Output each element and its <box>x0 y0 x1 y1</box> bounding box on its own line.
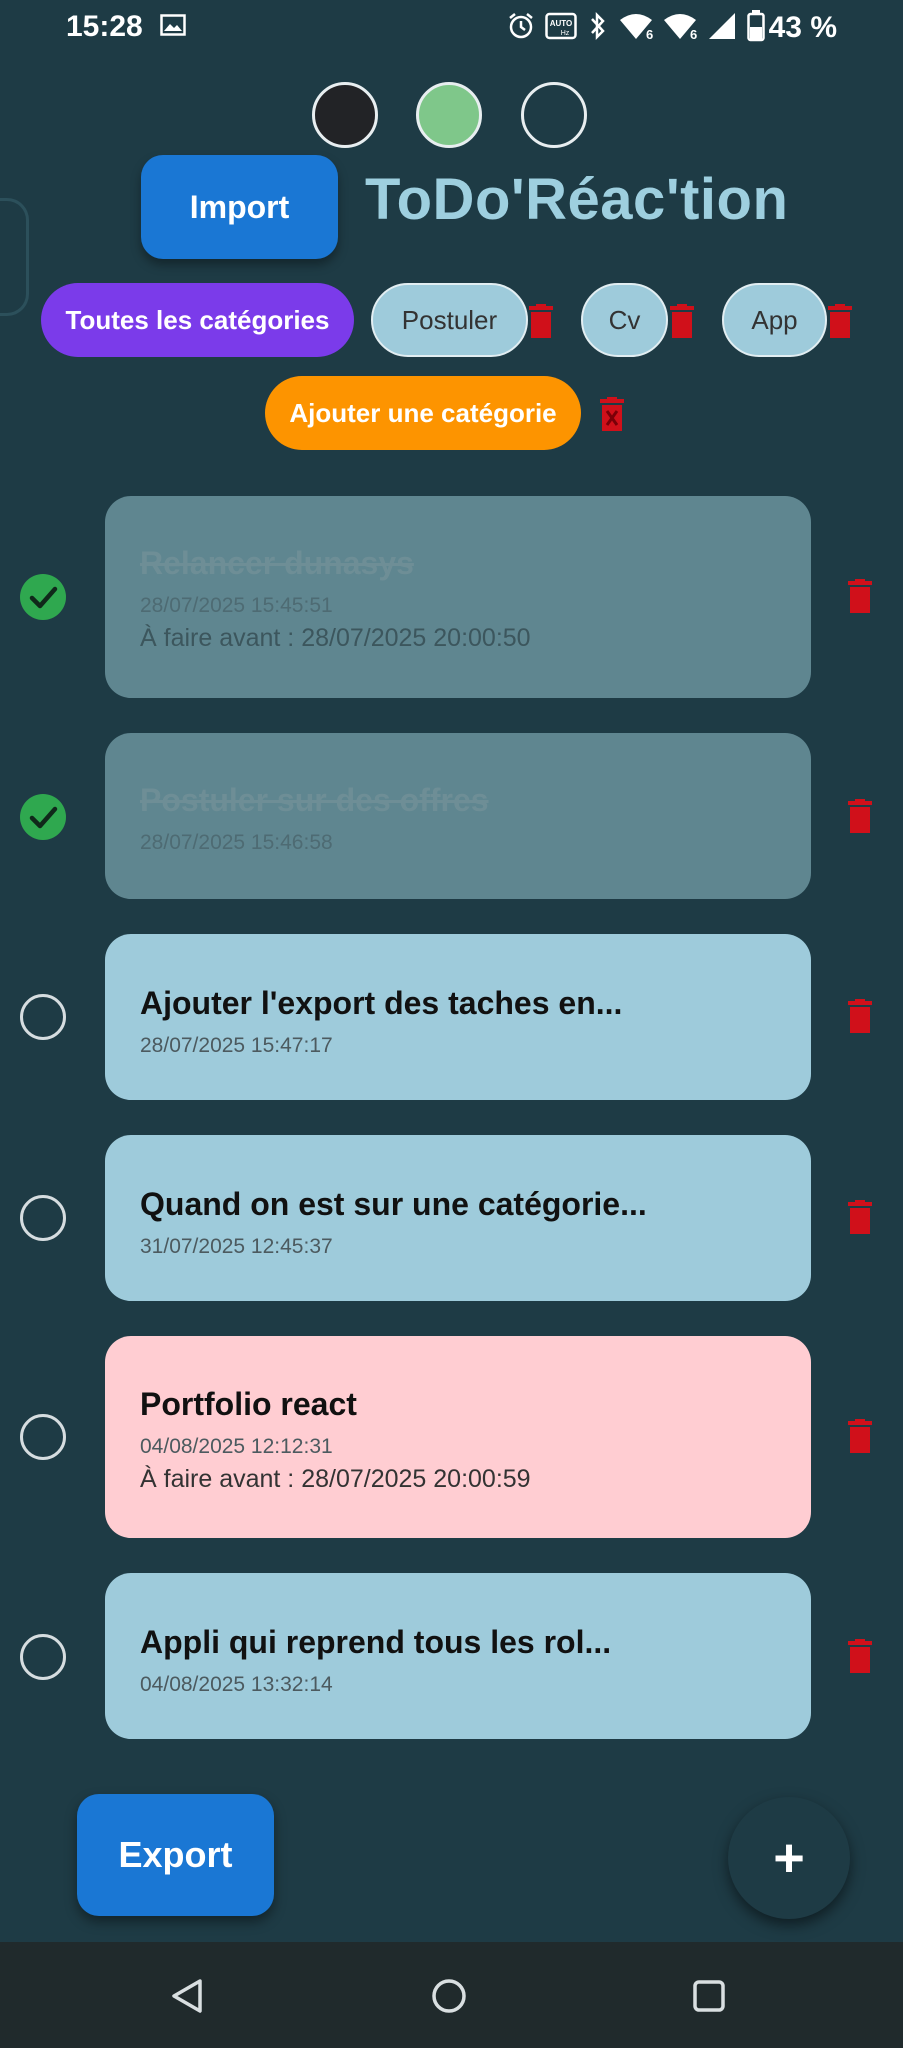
task-created-date: 28/07/2025 15:45:51 <box>140 594 333 617</box>
status-bar: 15:28 AUTO Hz 6 6 43 % <box>0 0 903 56</box>
export-button[interactable]: Export <box>77 1794 274 1916</box>
alarm-icon <box>507 12 535 45</box>
plus-icon: + <box>773 1828 805 1888</box>
delete-category-app-icon[interactable] <box>826 304 854 343</box>
task-created-date: 04/08/2025 12:12:31 <box>140 1435 333 1458</box>
category-app-button[interactable]: App <box>722 283 827 357</box>
drawer-handle[interactable] <box>0 198 29 316</box>
theme-dark-button[interactable] <box>312 82 378 148</box>
battery-level: 43 % <box>768 11 837 44</box>
task-title: Relancer dunasys <box>140 545 414 581</box>
task-title: Ajouter l'export des taches en... <box>140 985 623 1021</box>
task-card[interactable]: Ajouter l'export des taches en... 28/07/… <box>105 934 811 1100</box>
task-checkbox[interactable] <box>20 1634 66 1680</box>
delete-all-categories-icon[interactable] <box>598 397 626 436</box>
task-title: Quand on est sur une catégorie... <box>140 1186 647 1222</box>
delete-task-icon[interactable] <box>846 579 874 618</box>
app-title: ToDo'Réac'tion <box>365 167 789 232</box>
delete-task-icon[interactable] <box>846 1639 874 1678</box>
back-icon[interactable] <box>170 1978 204 2019</box>
task-title: Postuler sur des offres <box>140 782 489 818</box>
wifi-6-icon: 6 <box>663 11 697 46</box>
svg-text:6: 6 <box>690 27 697 41</box>
system-nav-bar <box>0 1942 903 2048</box>
delete-category-postuler-icon[interactable] <box>527 304 555 343</box>
status-icons: AUTO Hz 6 6 43 % <box>507 8 903 48</box>
auto-hd-icon: AUTO Hz <box>544 12 577 45</box>
task-created-date: 04/08/2025 13:32:14 <box>140 1673 333 1696</box>
task-due-date: À faire avant : 28/07/2025 20:00:50 <box>140 624 531 652</box>
add-category-button[interactable]: Ajouter une catégorie <box>265 376 581 450</box>
delete-task-icon[interactable] <box>846 1200 874 1239</box>
delete-task-icon[interactable] <box>846 799 874 838</box>
task-title: Portfolio react <box>140 1386 357 1422</box>
add-task-button[interactable]: + <box>728 1797 850 1919</box>
task-title: Appli qui reprend tous les rol... <box>140 1624 612 1660</box>
wifi-6-icon: 6 <box>619 11 653 46</box>
home-icon[interactable] <box>431 1978 467 2019</box>
import-button[interactable]: Import <box>141 155 338 259</box>
task-checkbox[interactable] <box>20 994 66 1040</box>
image-icon <box>160 14 186 41</box>
task-card[interactable]: Relancer dunasys 28/07/2025 15:45:51 À f… <box>105 496 811 698</box>
task-card[interactable]: Appli qui reprend tous les rol... 04/08/… <box>105 1573 811 1739</box>
delete-task-icon[interactable] <box>846 999 874 1038</box>
signal-icon <box>707 11 737 46</box>
category-cv-button[interactable]: Cv <box>581 283 668 357</box>
task-card[interactable]: Quand on est sur une catégorie... 31/07/… <box>105 1135 811 1301</box>
task-created-date: 28/07/2025 15:46:58 <box>140 831 333 854</box>
delete-task-icon[interactable] <box>846 1419 874 1458</box>
category-all-button[interactable]: Toutes les catégories <box>41 283 354 357</box>
bluetooth-icon <box>587 11 609 46</box>
status-time: 15:28 <box>66 10 143 43</box>
svg-text:Hz: Hz <box>560 30 569 37</box>
theme-green-button[interactable] <box>416 82 482 148</box>
task-card[interactable]: Postuler sur des offres 28/07/2025 15:46… <box>105 733 811 899</box>
task-card-overdue[interactable]: Portfolio react 04/08/2025 12:12:31 À fa… <box>105 1336 811 1538</box>
task-due-date: À faire avant : 28/07/2025 20:00:59 <box>140 1465 531 1493</box>
task-checkbox-checked[interactable] <box>20 574 66 620</box>
svg-text:6: 6 <box>646 27 653 41</box>
task-created-date: 31/07/2025 12:45:37 <box>140 1235 333 1258</box>
svg-text:AUTO: AUTO <box>549 19 572 28</box>
recents-icon[interactable] <box>692 1979 726 2018</box>
task-created-date: 28/07/2025 15:47:17 <box>140 1034 333 1057</box>
delete-category-cv-icon[interactable] <box>668 304 696 343</box>
task-checkbox[interactable] <box>20 1195 66 1241</box>
task-checkbox[interactable] <box>20 1414 66 1460</box>
task-checkbox-checked[interactable] <box>20 794 66 840</box>
battery-icon <box>746 9 765 47</box>
theme-default-button[interactable] <box>521 82 587 148</box>
category-postuler-button[interactable]: Postuler <box>371 283 528 357</box>
